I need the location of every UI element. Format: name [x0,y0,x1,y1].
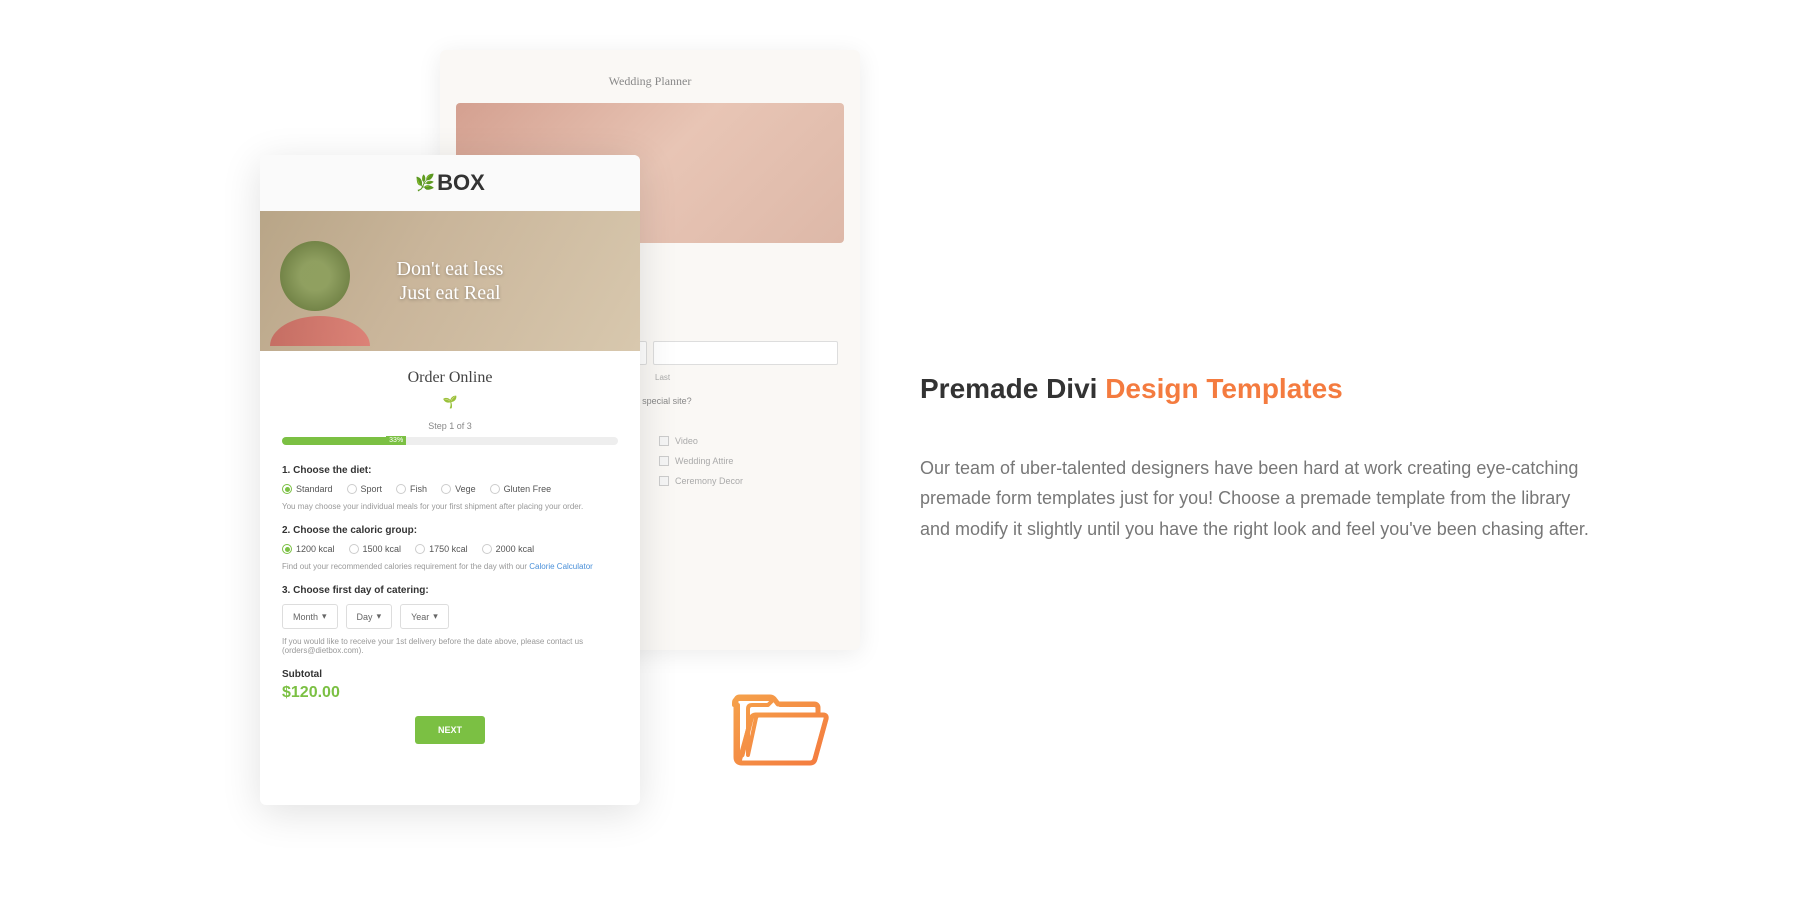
q1-hint: You may choose your individual meals for… [282,502,618,511]
radio-1750[interactable]: 1750 kcal [415,544,468,554]
check-wedding-attire[interactable]: Wedding Attire [659,456,838,466]
section-heading: Premade Divi Design Templates [920,373,1600,405]
step-indicator: Step 1 of 3 [282,421,618,431]
subtotal-label: Subtotal [282,669,618,680]
groom-last-input[interactable] [653,341,838,365]
progress-bar: 33% [282,437,618,445]
q1-label: 1. Choose the diet: [282,465,618,476]
day-select[interactable]: Day▾ [346,604,393,629]
calorie-calculator-link[interactable]: Calorie Calculator [529,562,593,571]
leaf-divider-icon: 🌱 [282,395,618,409]
dietbox-card: 🌿 BOX Don't eat less Just eat Real Order… [260,155,640,805]
check-ceremony-decor[interactable]: Ceremony Decor [659,476,838,486]
check-video[interactable]: Video [659,436,838,446]
q2-label: 2. Choose the caloric group: [282,525,618,536]
year-select[interactable]: Year▾ [400,604,449,629]
dietbox-logo-bar: 🌿 BOX [260,155,640,211]
last-sublabel: Last [655,373,838,382]
dietbox-hero-text: Don't eat less Just eat Real [397,257,504,305]
next-button[interactable]: NEXT [415,716,485,744]
radio-sport[interactable]: Sport [347,484,383,494]
q3-label: 3. Choose first day of catering: [282,585,618,596]
q2-hint: Find out your recommended calories requi… [282,562,618,571]
subtotal-price: $120.00 [282,684,618,702]
wedding-logo: Wedding Planner [456,74,844,89]
dietbox-hero: Don't eat less Just eat Real [260,211,640,351]
q3-hint: If you would like to receive your 1st de… [282,637,618,655]
radio-1200[interactable]: 1200 kcal [282,544,335,554]
dietbox-logo: 🌿 BOX [415,170,485,196]
folder-icon [730,691,830,767]
leaf-icon: 🌿 [415,173,435,193]
order-online-title: Order Online [282,369,618,387]
radio-standard[interactable]: Standard [282,484,333,494]
radio-vege[interactable]: Vege [441,484,476,494]
radio-fish[interactable]: Fish [396,484,427,494]
radio-1500[interactable]: 1500 kcal [349,544,402,554]
section-body: Our team of uber-talented designers have… [920,453,1600,545]
radio-2000[interactable]: 2000 kcal [482,544,535,554]
progress-label: 33% [386,436,406,445]
month-select[interactable]: Month▾ [282,604,338,629]
radio-gluten-free[interactable]: Gluten Free [490,484,552,494]
